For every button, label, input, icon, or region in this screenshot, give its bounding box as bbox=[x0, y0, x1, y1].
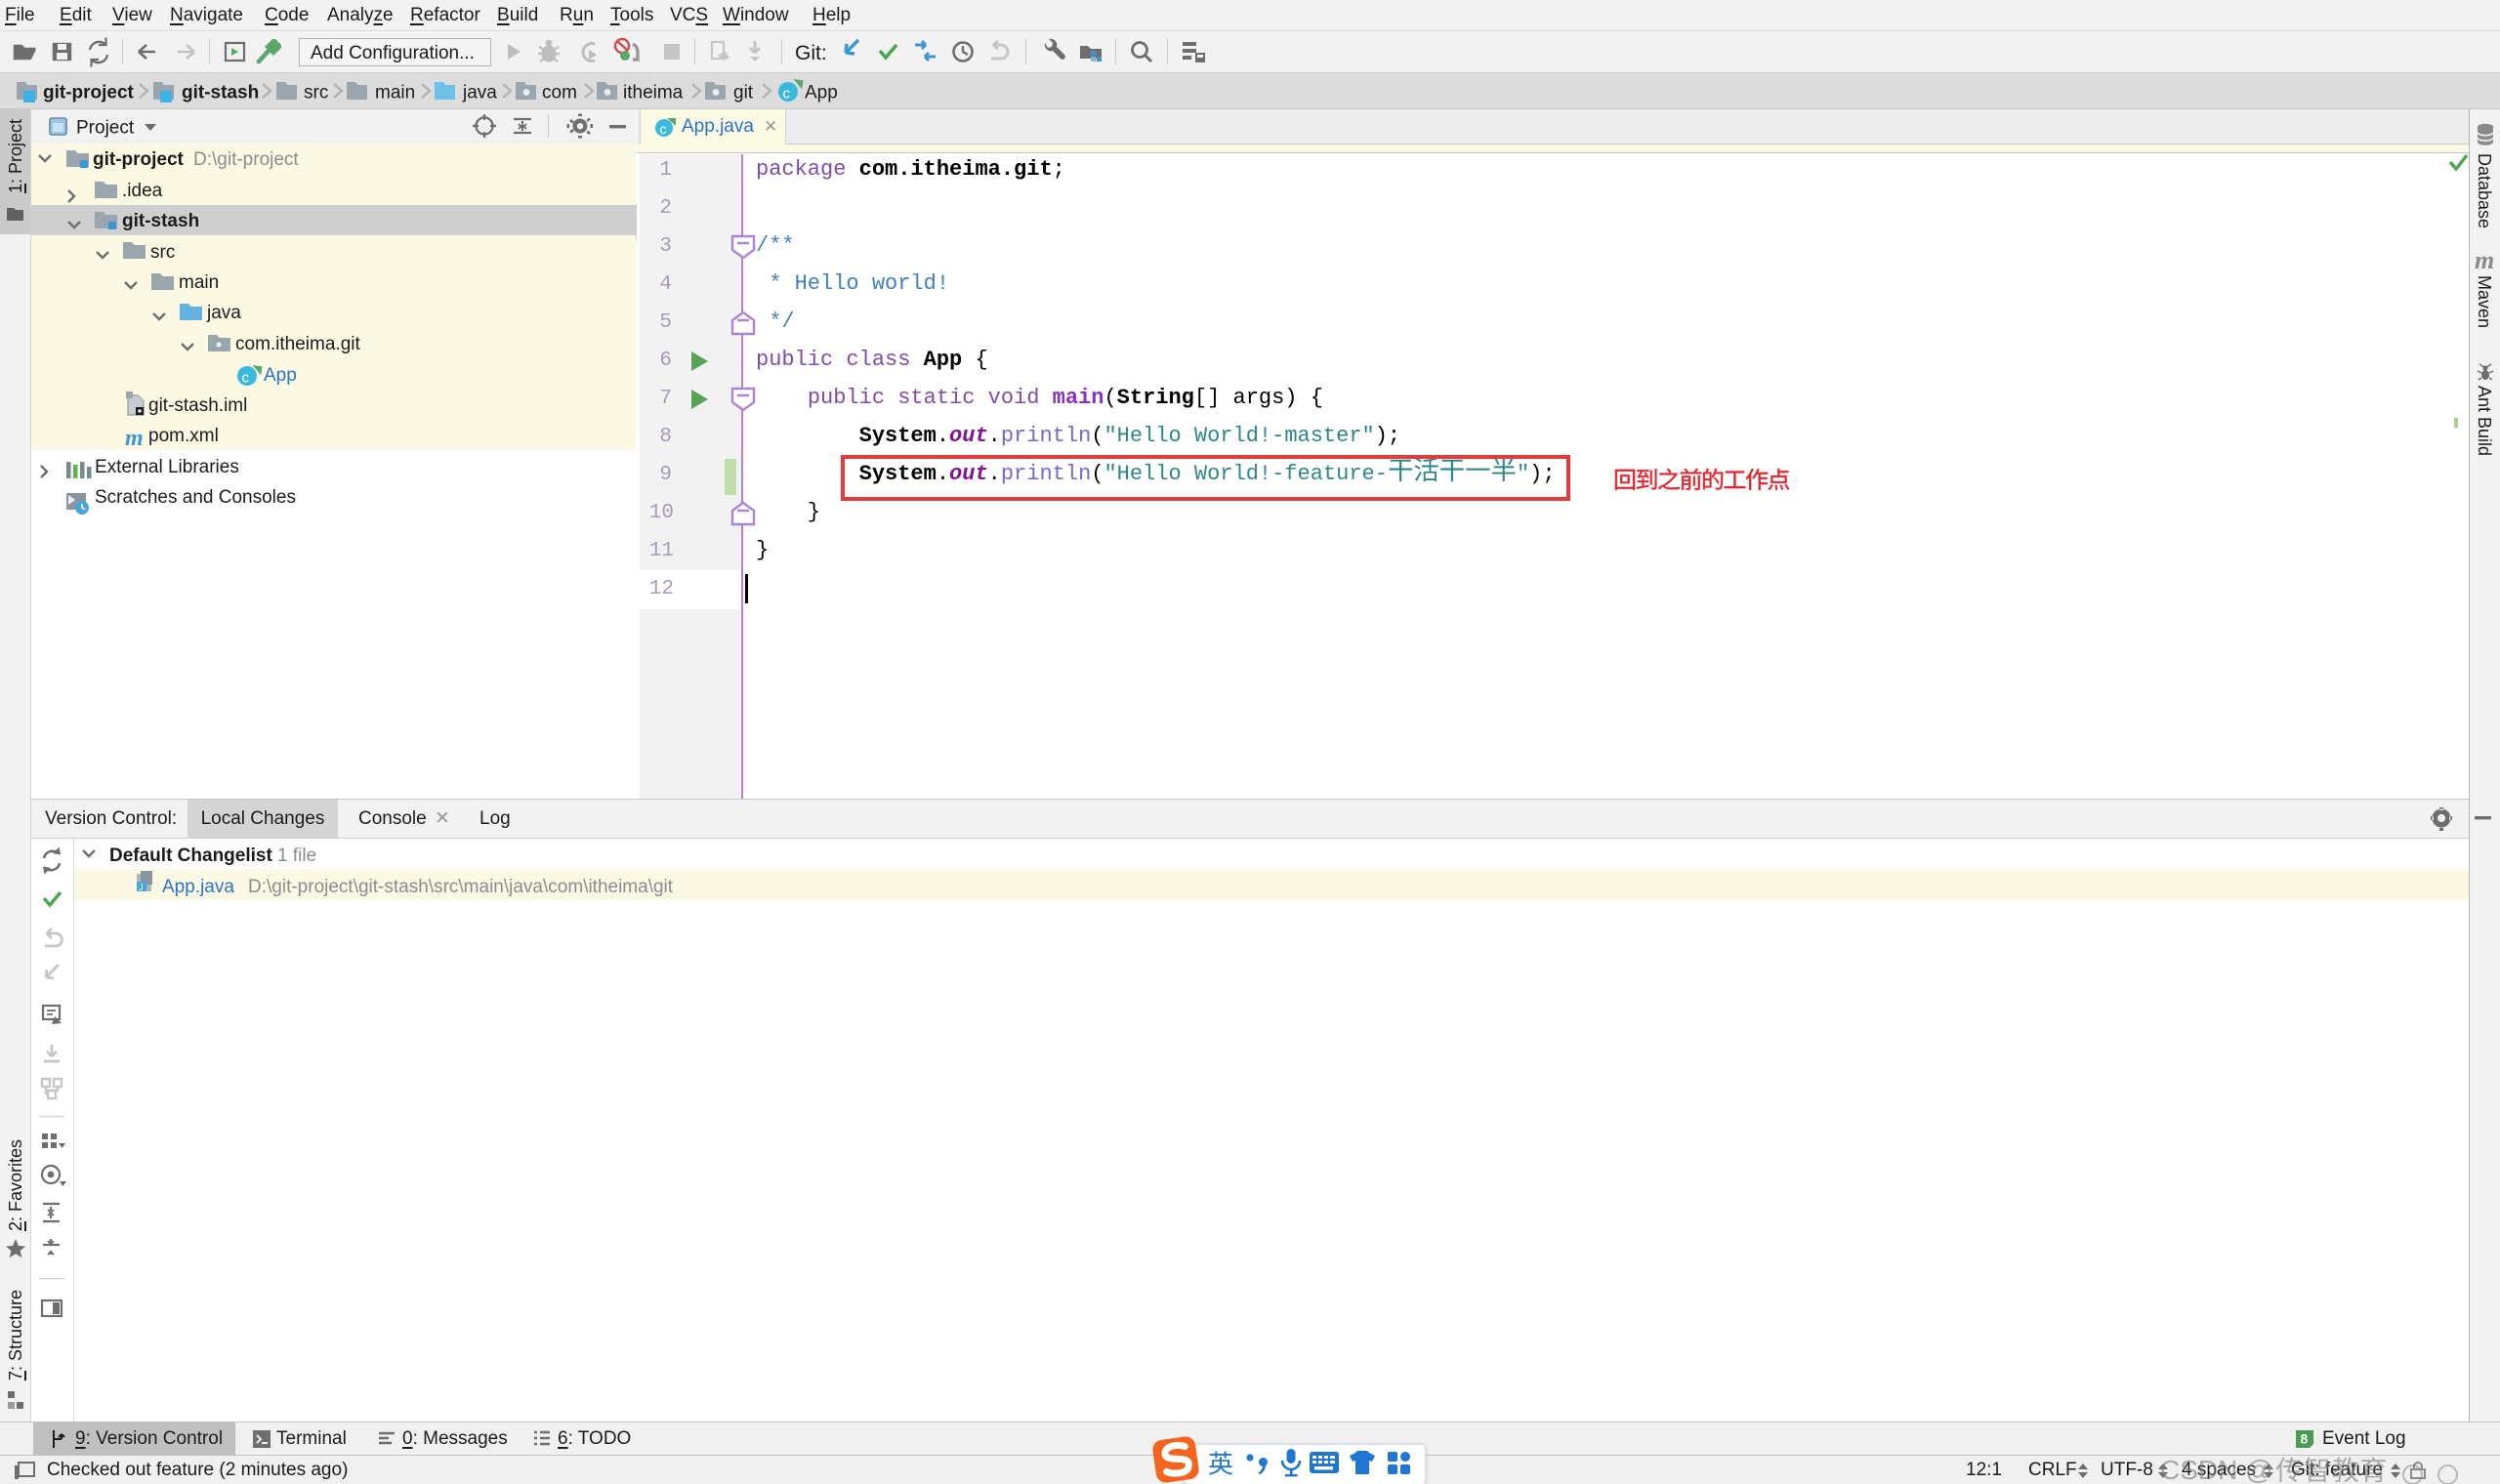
svg-text:git: git bbox=[733, 83, 754, 103]
svg-text:.idea: .idea bbox=[122, 181, 163, 201]
svg-text:src: src bbox=[150, 242, 175, 263]
svg-text:java: java bbox=[206, 303, 241, 323]
svg-text:main: main bbox=[179, 272, 219, 293]
svg-text:main: main bbox=[375, 83, 415, 103]
svg-text:1 file: 1 file bbox=[277, 845, 316, 866]
svg-text:App.java: App.java bbox=[162, 877, 234, 897]
svg-text:c: c bbox=[783, 86, 791, 103]
svg-text:Project: Project bbox=[76, 118, 135, 139]
svg-text:m: m bbox=[125, 426, 144, 451]
svg-text:Git:: Git: bbox=[795, 42, 827, 64]
svg-text:J: J bbox=[139, 883, 144, 892]
svg-text:D:\git-project\git-stash\src\m: D:\git-project\git-stash\src\main\java\c… bbox=[248, 877, 674, 897]
svg-text:git-project: git-project bbox=[93, 149, 185, 170]
svg-text:Add Configuration...: Add Configuration... bbox=[311, 43, 475, 63]
svg-text:c: c bbox=[242, 370, 250, 387]
svg-text:Default Changelist: Default Changelist bbox=[109, 845, 272, 866]
svg-text:git-project: git-project bbox=[43, 83, 135, 103]
svg-text:App: App bbox=[264, 365, 297, 386]
svg-text:git-stash: git-stash bbox=[122, 211, 199, 231]
svg-text:pom.xml: pom.xml bbox=[148, 426, 219, 446]
svg-text:git-stash.iml: git-stash.iml bbox=[148, 395, 247, 416]
svg-text:c: c bbox=[660, 121, 667, 137]
svg-text:App: App bbox=[805, 83, 838, 103]
svg-text:src: src bbox=[304, 83, 328, 103]
svg-text:git-stash: git-stash bbox=[182, 83, 259, 103]
svg-text:java: java bbox=[462, 83, 497, 103]
svg-text:Scratches and Consoles: Scratches and Consoles bbox=[95, 487, 296, 508]
svg-text:com: com bbox=[542, 83, 577, 103]
svg-text:External Libraries: External Libraries bbox=[95, 457, 239, 477]
svg-text:itheima: itheima bbox=[623, 83, 684, 103]
svg-text:D:\git-project: D:\git-project bbox=[193, 149, 299, 170]
svg-text:8: 8 bbox=[2301, 1431, 2309, 1447]
svg-text:com.itheima.git: com.itheima.git bbox=[235, 334, 360, 354]
